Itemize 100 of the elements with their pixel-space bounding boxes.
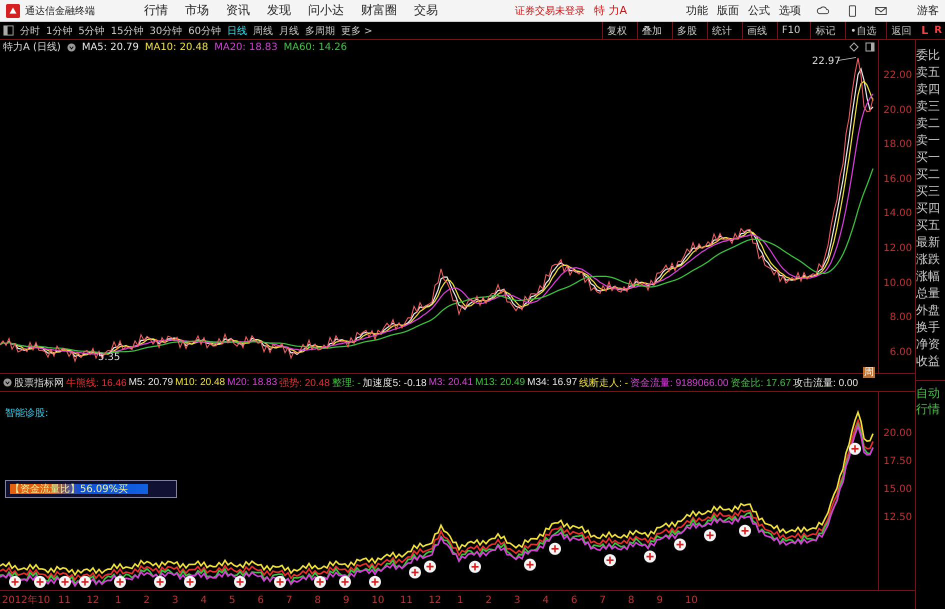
period-tab[interactable]: 月线 (278, 24, 299, 38)
ma-value: MA10: 20.48 (144, 42, 208, 52)
buy-signal-icon (234, 576, 246, 588)
date-label: 7 (600, 594, 607, 606)
settings-icon[interactable] (66, 42, 76, 52)
indicator-name: 股票指标网 (14, 376, 64, 390)
period-tab[interactable]: 更多 > (340, 24, 373, 38)
axis-label: 15.00 (883, 483, 912, 497)
quote-field-label[interactable]: 卖二 (916, 115, 945, 132)
quote-field-label[interactable]: 外盘 (916, 302, 945, 319)
buy-signal-icon (369, 576, 381, 588)
buy-signal-icon (674, 538, 686, 551)
menu-item[interactable]: 选项 (779, 3, 801, 18)
right-marker: R (934, 25, 942, 36)
date-label: 12 (428, 594, 442, 606)
ma-value: MA20: 18.83 (214, 42, 278, 52)
quote-field-label[interactable]: 卖四 (916, 81, 945, 98)
quote-field-label[interactable]: 净资 (916, 336, 945, 353)
window-title: 通达信金融终端 (25, 4, 95, 18)
date-label: 3 (172, 594, 180, 606)
menu-item[interactable]: 财富圈 (361, 2, 397, 19)
ma-value: MA60: 14.26 (284, 42, 347, 52)
quote-field-label[interactable]: 卖一 (916, 132, 945, 149)
menu-item[interactable]: 资讯 (226, 2, 250, 19)
menu-item[interactable]: 问小达 (308, 2, 344, 19)
buy-signal-icon (469, 560, 481, 573)
quote-field-label[interactable]: 卖三 (916, 98, 945, 115)
axis-label: 22.00 (883, 69, 912, 83)
indicator-value: 强势: 20.48 (279, 376, 330, 390)
quote-field-label[interactable]: 涨幅 (916, 268, 945, 285)
date-label: 5 (229, 594, 236, 606)
quote-field-label[interactable]: 买三 (916, 183, 945, 200)
period-tab[interactable]: 5分钟 (78, 24, 105, 38)
date-label: 10 (685, 594, 699, 606)
axis-label: 12.50 (883, 511, 912, 525)
period-tab[interactable]: 周线 (252, 24, 273, 38)
indicator-value: M5: 20.79 (128, 377, 174, 388)
menu-item[interactable]: 版面 (717, 3, 739, 18)
indicator-value: 整理: - (332, 376, 361, 390)
buy-signal-icon (34, 576, 46, 588)
axis-label: 16.00 (883, 172, 912, 187)
menu-item[interactable]: 行情 (144, 2, 168, 19)
indicator-value: 资金比: 17.67 (730, 376, 792, 390)
date-label: 10 (372, 594, 386, 606)
leader-line (838, 56, 856, 62)
quote-field-label[interactable]: 买四 (916, 200, 945, 217)
login-status[interactable]: 证券交易未登录 (515, 4, 585, 18)
buy-signal-icon (79, 576, 91, 588)
quote-field-label[interactable]: 涨跌 (916, 251, 945, 268)
date-label: 11 (58, 594, 72, 606)
ma-value: MA5: 20.79 (82, 42, 139, 52)
buy-signal-icon (339, 576, 351, 588)
menu-item[interactable]: 交易 (414, 2, 438, 19)
date-label: 9 (343, 594, 350, 606)
menu-item[interactable]: 发现 (267, 2, 291, 19)
period-marker: 周 (863, 367, 875, 378)
diamond-icon[interactable] (849, 42, 859, 52)
axis-label: 18.00 (883, 138, 912, 152)
quote-field-label[interactable]: 买一 (916, 149, 945, 166)
period-tab[interactable]: 15分钟 (110, 24, 144, 38)
period-tab[interactable]: 1分钟 (46, 24, 72, 38)
diagnosis-label: 智能诊股: (4, 406, 50, 420)
buy-signal-icon (849, 442, 861, 455)
date-label: 8 (628, 594, 636, 606)
period-tab[interactable]: 日线 (226, 24, 247, 38)
date-label: 11 (400, 594, 414, 606)
settings-icon[interactable] (3, 378, 12, 387)
period-tab[interactable]: 60分钟 (188, 24, 221, 38)
axis-label: 12.00 (883, 242, 912, 256)
indicator-value: 资金流量: 9189066.00 (630, 376, 728, 390)
auto-quote-button[interactable]: 自动行情 (916, 385, 942, 417)
indicator-value: 加速度5: -0.18 (362, 376, 427, 390)
buy-signal-icon (604, 554, 616, 566)
quote-field-label[interactable]: 最新 (916, 234, 945, 251)
date-label: 9 (656, 594, 664, 606)
quote-field-label[interactable]: 买五 (916, 217, 945, 234)
axis-label: 8.00 (890, 311, 912, 326)
user-name[interactable]: 游客 (917, 3, 939, 18)
period-tab[interactable]: 30分钟 (149, 24, 182, 38)
quote-field-label[interactable]: 换手 (916, 319, 945, 336)
menu-item[interactable]: 公式 (748, 3, 770, 18)
date-label: 2012年10 (2, 594, 52, 607)
quote-field-label[interactable]: 买二 (916, 166, 945, 183)
buy-signal-icon (739, 524, 751, 537)
quote-field-label[interactable]: 卖五 (916, 64, 945, 81)
quote-field-label[interactable]: 收益 (916, 353, 945, 370)
menu-item[interactable]: 市场 (185, 2, 209, 19)
menu-item[interactable]: 功能 (686, 3, 708, 18)
buy-signal-icon (424, 560, 436, 573)
period-tab[interactable]: 多周期 (304, 24, 335, 38)
indicator-value: 牛熊线: 16.46 (66, 376, 127, 390)
buy-signal-icon (549, 542, 561, 555)
window-icon[interactable] (865, 42, 875, 52)
period-tab[interactable]: 分时 (20, 24, 40, 38)
panel-toggle-icon[interactable] (3, 25, 14, 36)
date-label: 2 (144, 594, 151, 606)
date-label: 4 (542, 594, 550, 606)
quote-field-label[interactable]: 总量 (916, 285, 945, 302)
axis-label: 20.00 (883, 427, 912, 441)
quote-field-label[interactable]: 委比 (916, 47, 945, 64)
